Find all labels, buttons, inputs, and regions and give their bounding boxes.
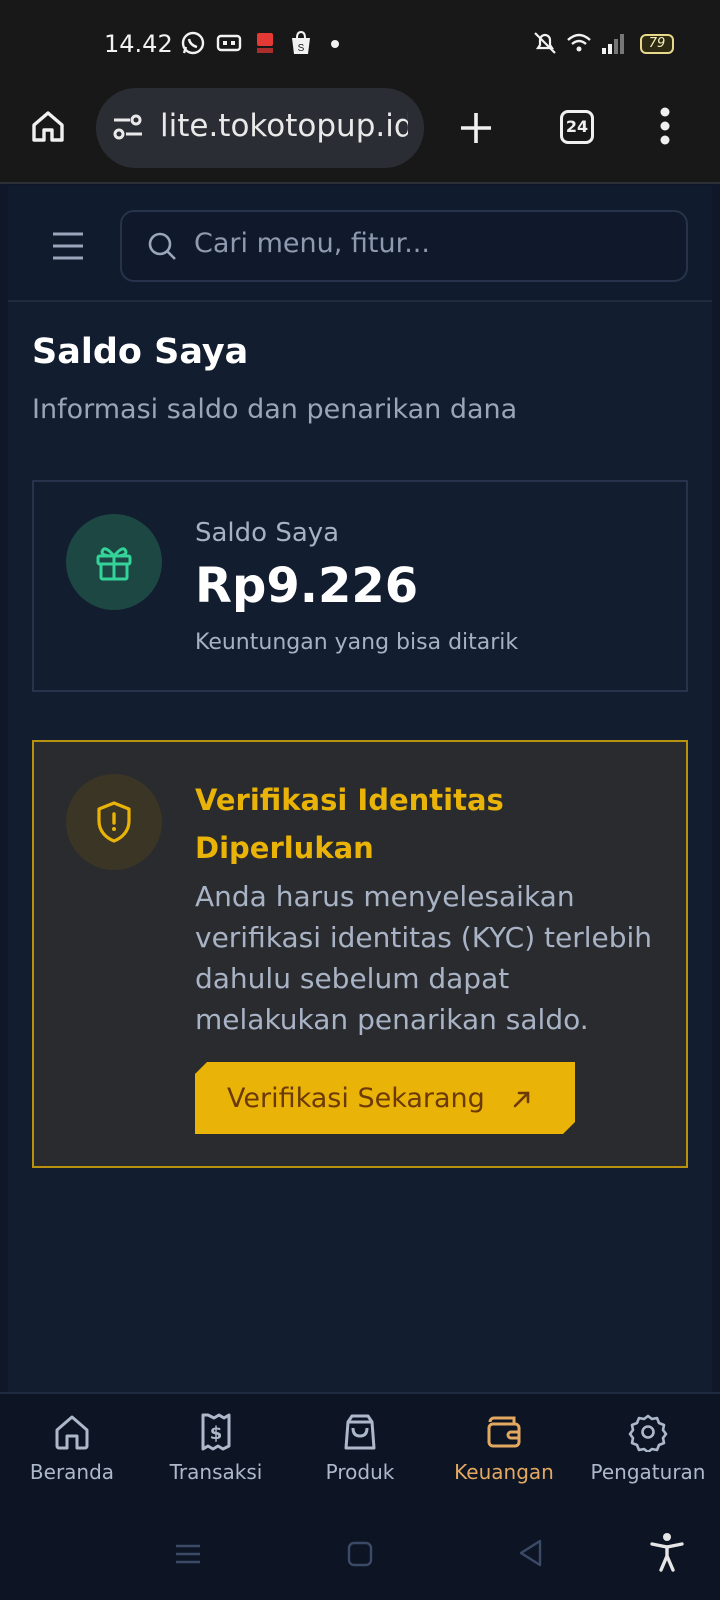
kyc-title: Verifikasi Identitas Diperlukan <box>195 783 504 865</box>
search-placeholder[interactable]: Cari menu, fitur... <box>194 228 430 259</box>
shopping-bag-icon <box>344 1414 376 1450</box>
wallet-icon <box>487 1416 521 1448</box>
accessibility-icon[interactable] <box>650 1532 684 1572</box>
home-button-icon[interactable] <box>346 1540 374 1568</box>
recents-icon[interactable] <box>174 1540 202 1568</box>
search-icon <box>148 232 176 260</box>
verify-now-label: Verifikasi Sekarang <box>227 1083 485 1114</box>
site-settings-icon[interactable] <box>112 112 144 142</box>
shopee-pay-icon <box>257 33 273 53</box>
dot-icon <box>331 40 339 48</box>
signal-icon <box>602 34 624 54</box>
balance-amount: Rp9.226 <box>195 558 419 614</box>
nav-label: Keuangan <box>454 1460 554 1484</box>
balance-label: Saldo Saya <box>195 518 340 548</box>
home-icon <box>55 1415 89 1450</box>
more-icon[interactable] <box>658 106 672 146</box>
kyc-description: Anda harus menyelesaikan verifikasi iden… <box>195 880 653 1036</box>
nav-label: Produk <box>325 1460 395 1484</box>
game-icon <box>216 34 242 52</box>
gear-icon <box>628 1414 668 1452</box>
url-text[interactable]: lite.tokotopup.id/l <box>160 108 408 144</box>
page-title: Saldo Saya <box>32 332 249 372</box>
nav-item-keuangan[interactable]: Keuangan <box>432 1412 576 1494</box>
nav-item-transaksi[interactable]: $ Transaksi <box>144 1412 288 1494</box>
svg-text:S: S <box>298 43 305 54</box>
verify-now-button[interactable]: Verifikasi Sekarang <box>195 1062 575 1134</box>
receipt-icon: $ <box>201 1413 231 1451</box>
gift-icon <box>96 547 132 581</box>
hamburger-menu-icon[interactable] <box>52 228 84 264</box>
svg-text:$: $ <box>210 1423 223 1444</box>
nav-label: Transaksi <box>169 1460 263 1484</box>
balance-note: Keuntungan yang bisa ditarik <box>195 630 519 655</box>
home-icon[interactable] <box>30 108 66 144</box>
nav-label: Pengaturan <box>590 1460 706 1484</box>
page-subtitle: Informasi saldo dan penarikan dana <box>32 394 518 425</box>
status-time: 14.42 <box>104 30 173 58</box>
nav-item-produk[interactable]: Produk <box>288 1412 432 1494</box>
nav-item-beranda[interactable]: Beranda <box>0 1412 144 1494</box>
arrow-up-right-icon <box>511 1088 533 1110</box>
nav-label: Beranda <box>29 1460 115 1484</box>
back-icon[interactable] <box>516 1538 546 1568</box>
whatsapp-icon <box>181 31 205 55</box>
new-tab-icon[interactable] <box>458 110 494 146</box>
wifi-icon <box>567 33 591 52</box>
shield-alert-icon <box>97 801 131 843</box>
tabs-icon[interactable]: 24 <box>560 110 594 144</box>
shopee-icon: S <box>292 30 310 54</box>
mute-bell-icon <box>534 32 556 54</box>
nav-item-pengaturan[interactable]: Pengaturan <box>576 1412 720 1494</box>
battery-icon: 79 <box>640 34 674 54</box>
